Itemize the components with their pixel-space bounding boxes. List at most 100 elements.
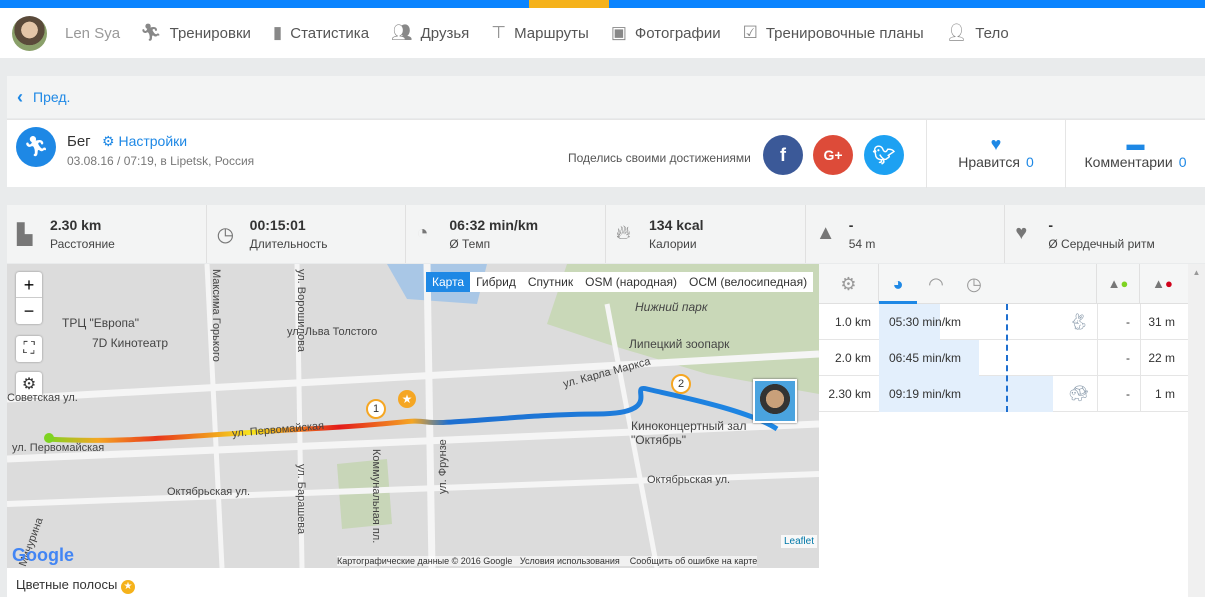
map-label: Октябрьская ул.	[167, 486, 251, 498]
rabbit-icon: 🐇︎	[1068, 313, 1089, 331]
fullscreen-button[interactable]: ⛶	[16, 336, 42, 362]
chevron-left-icon: ‹	[17, 86, 23, 107]
split-pace: 05:30 min/km	[889, 314, 962, 329]
stat-pace: ◔ 06:32 min/km Ø Темп	[406, 205, 607, 263]
bar-chart-icon: ▮	[272, 23, 283, 42]
stat-label: Ø Сердечный ритм	[1048, 237, 1155, 251]
map-label: Киноконцертный зал "Октябрь"	[631, 419, 747, 447]
stat-label: Калории	[649, 237, 697, 251]
heart-icon: ♥	[1015, 222, 1028, 244]
zoom-controls: + −	[16, 272, 42, 324]
route-map[interactable]: + − ⛶ ⚙ Карта Гибрид Спутник OSM (народна…	[7, 264, 819, 568]
nav-item-body[interactable]: 👤︎ Тело	[946, 23, 1009, 43]
nav-label: Тренировочные планы	[765, 24, 924, 42]
nav-label: Фотографии	[634, 24, 721, 42]
stat-elevation: ▲ - 54 m	[806, 205, 1006, 263]
split-distance: 2.30 km	[828, 386, 871, 401]
scrollbar[interactable]: ▲	[1188, 264, 1205, 597]
stat-value: 00:15:01	[249, 217, 306, 233]
like-button[interactable]: ♥ Нравится 0	[926, 120, 1065, 188]
back-link[interactable]: ‹ Пред.	[7, 76, 1205, 118]
gear-icon[interactable]: ⚙	[819, 264, 879, 304]
map-label: Коммунальная пл.	[370, 449, 382, 544]
stat-distance: ▙ 2.30 km Расстояние	[7, 205, 207, 263]
top-bar-accent	[529, 0, 609, 8]
km-marker-2[interactable]: 2	[671, 374, 691, 394]
scroll-up-icon[interactable]: ▲	[1188, 268, 1205, 277]
map-label: Липецкий зоопарк	[629, 337, 730, 351]
star-icon: ★	[120, 580, 135, 594]
split-elevation-up: -	[1097, 303, 1140, 340]
layer-map[interactable]: Карта	[426, 272, 471, 292]
layer-hybrid[interactable]: Гибрид	[470, 272, 522, 292]
split-pace-bar: 05:30 min/km 🐇︎	[879, 303, 1097, 340]
nav-label: Маршруты	[514, 24, 589, 42]
stat-value: -	[848, 217, 854, 233]
star-marker-icon[interactable]: ★	[398, 390, 416, 408]
split-distance: 2.0 km	[834, 350, 871, 365]
stat-label: Ø Темп	[449, 237, 491, 251]
stat-duration: ◷ 00:15:01 Длительность	[207, 205, 407, 263]
photo-marker[interactable]	[753, 379, 797, 423]
km-marker-1[interactable]: 1	[366, 399, 386, 419]
split-elevation-down: 31 m	[1140, 303, 1185, 340]
settings-label: Настройки	[118, 133, 188, 149]
share-label: Поделись своими достижениями	[568, 151, 751, 165]
nav-item-photos[interactable]: ▣ Фотографии	[611, 23, 721, 43]
zoom-out-button[interactable]: −	[16, 298, 42, 324]
split-row: 2.0 km 06:45 min/km - 22 m	[819, 339, 1188, 376]
map-data-credit: Картографические данные © 2016 Google	[337, 556, 513, 566]
facebook-share-button[interactable]: f	[763, 135, 803, 175]
report-error-link[interactable]: Сообщить об ошибке на карте	[630, 556, 757, 566]
map-label: Октябрьская ул.	[647, 474, 731, 486]
split-distance: 1.0 km	[834, 314, 871, 329]
avatar[interactable]	[12, 15, 47, 51]
nav-item-friends[interactable]: 👥︎ Друзья	[391, 23, 469, 43]
layer-satellite[interactable]: Спутник	[522, 272, 579, 292]
nav-item-workouts[interactable]: 🏃︎ Тренировки	[140, 23, 251, 43]
comments-label: Комментарии	[1084, 154, 1173, 170]
layer-osm[interactable]: OSM (народная)	[579, 272, 683, 292]
map-label: ул. Барашева	[295, 464, 307, 535]
likes-count: 0	[1025, 154, 1034, 170]
map-label: ТРЦ "Европа"	[62, 316, 139, 330]
split-pace-bar: 09:19 min/km 🐢︎	[879, 375, 1097, 412]
map-label: ул. Фрунзе	[437, 439, 449, 494]
map-label: Максима Горького	[210, 269, 222, 362]
running-icon: 🏃︎	[140, 23, 162, 42]
nav-label: Друзья	[420, 24, 470, 42]
camera-icon: ▣	[610, 23, 627, 42]
main-nav: Len Sya 🏃︎ Тренировки ▮ Статистика 👥︎ Друзь…	[0, 8, 1205, 58]
map-credits: Картографические данные © 2016 Google Ус…	[337, 556, 758, 566]
color-bands-section: Цветные полосы ★	[7, 568, 819, 597]
stat-label: Расстояние	[50, 237, 115, 251]
settings-link[interactable]: ⚙ Настройки	[102, 133, 187, 150]
likes-label: Нравится	[958, 154, 1020, 170]
clipboard-icon: ☑	[742, 23, 758, 42]
leaflet-link[interactable]: Leaflet	[780, 535, 817, 548]
friends-icon: 👥︎	[391, 23, 413, 42]
tab-speed-icon[interactable]: ◠	[917, 264, 955, 304]
map-label: ул. Первомайская	[12, 442, 105, 454]
user-name[interactable]: Len Sya	[65, 25, 120, 42]
layer-ocm[interactable]: OCM (велосипедная)	[683, 272, 813, 292]
nav-item-plans[interactable]: ☑ Тренировочные планы	[743, 23, 924, 43]
nav-item-statistics[interactable]: ▮ Статистика	[273, 23, 369, 43]
tab-pace-icon[interactable]: ◕	[879, 264, 917, 304]
zoom-in-button[interactable]: +	[16, 272, 42, 298]
google-plus-share-button[interactable]: G+	[813, 135, 853, 175]
flame-icon: 🔥︎	[616, 222, 631, 244]
map-label: ул. Ворошилова	[295, 269, 307, 352]
terms-link[interactable]: Условия использования	[520, 556, 620, 566]
comments-button[interactable]: ▬ Комментарии 0	[1065, 120, 1205, 188]
split-elevation-down: 22 m	[1140, 339, 1185, 376]
workout-date: 03.08.16 / 07:19, в Lipetsk, Россия	[67, 154, 255, 168]
stat-value: 06:32 min/km	[449, 217, 539, 233]
elevation-up-icon: ▲●	[1097, 264, 1140, 304]
header-spacer	[993, 264, 1097, 304]
twitter-share-button[interactable]: 🐦︎	[864, 135, 904, 175]
nav-label: Тело	[975, 24, 1009, 42]
nav-item-routes[interactable]: ⊤ Маршруты	[491, 23, 589, 43]
splits-table: ⚙ ◕ ◠ ◷ ▲● ▲● 1.0 km 05:30 min/km 🐇︎ - 31…	[819, 264, 1188, 597]
tab-time-icon[interactable]: ◷	[955, 264, 993, 304]
